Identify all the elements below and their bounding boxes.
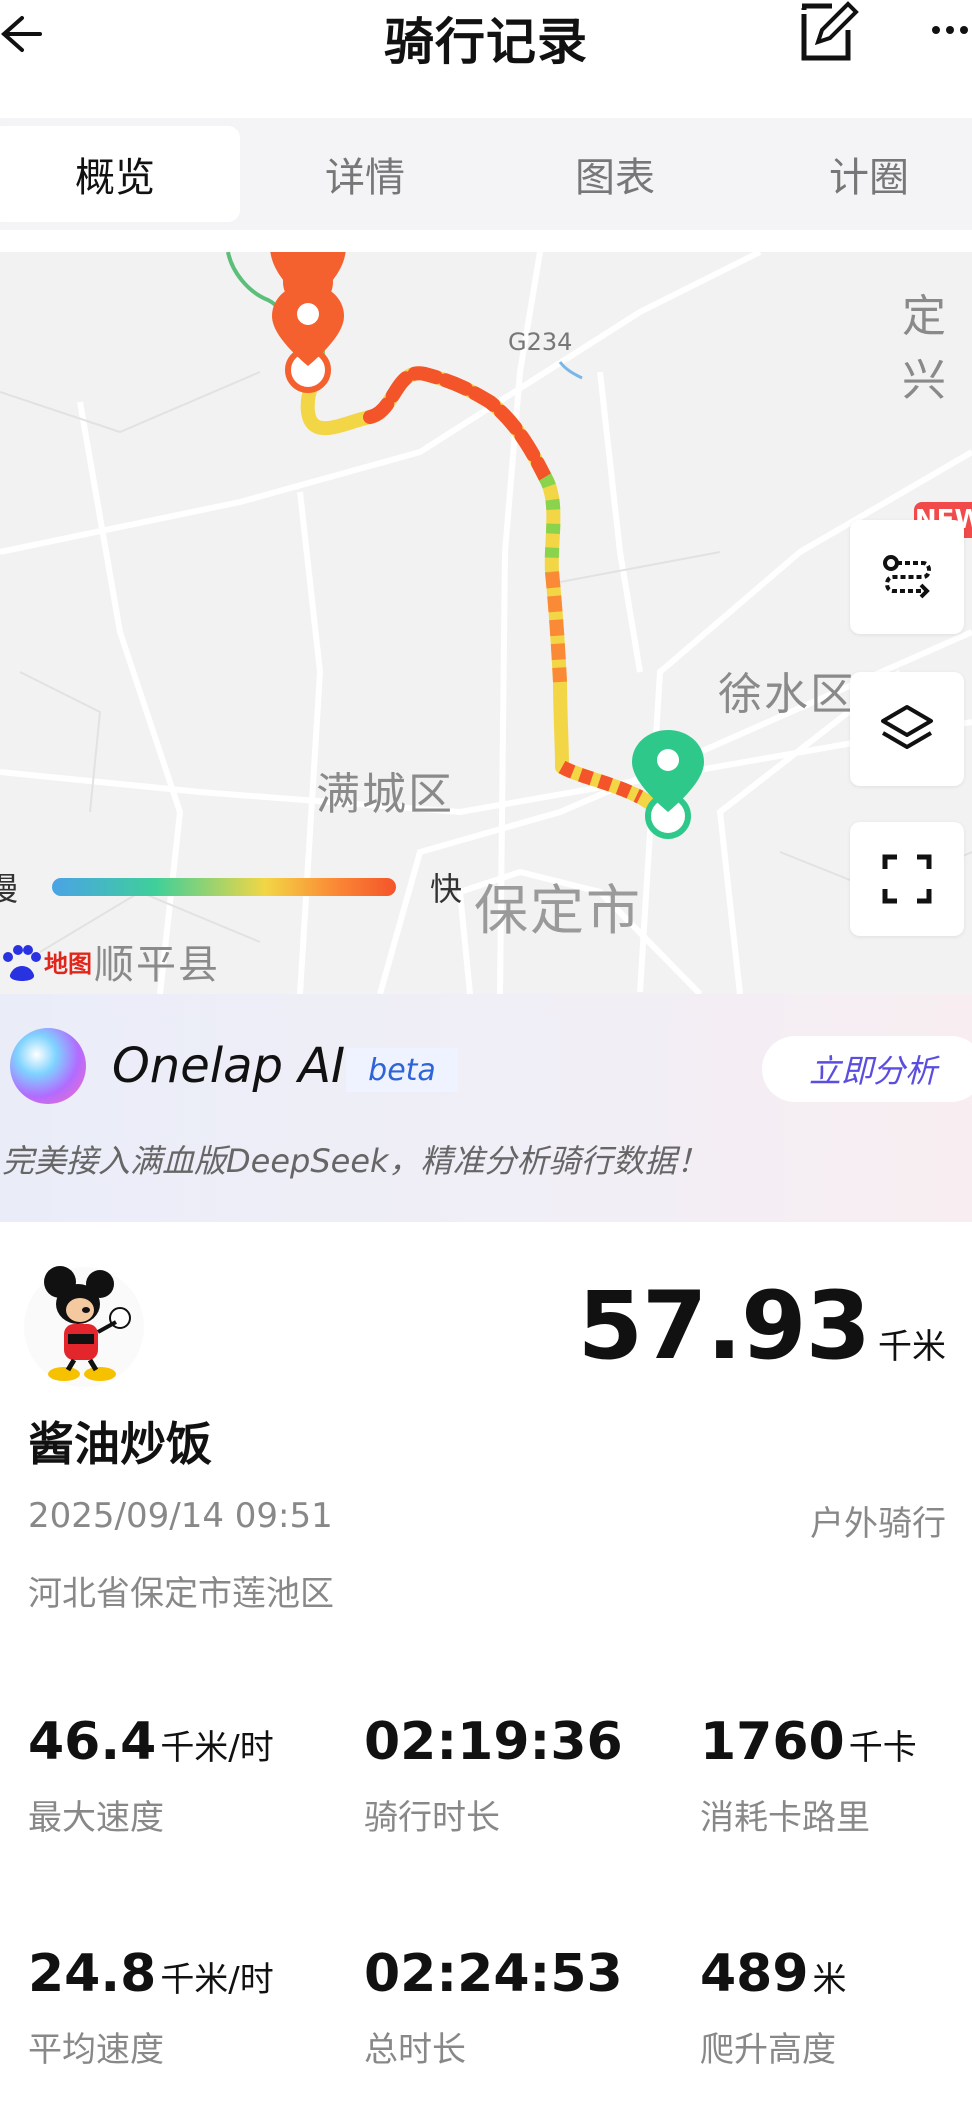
edit-icon[interactable]: [796, 0, 860, 64]
onelap-ai-logo-icon: [10, 1028, 86, 1104]
stat-elevation-gain: 489 米 爬升高度: [700, 1944, 972, 2071]
distance-value: 57.93: [577, 1272, 871, 1381]
ride-location: 河北省保定市莲池区: [28, 1574, 334, 1614]
map-label-dingxing: 定兴: [902, 291, 948, 406]
stat-value: 02:19:36: [364, 1712, 623, 1772]
more-icon[interactable]: [930, 20, 972, 40]
tab-details[interactable]: 详情: [240, 126, 490, 222]
app-header: 骑行记录: [0, 0, 972, 115]
stat-total-time: 02:24:53 总时长: [364, 1944, 684, 2071]
stat-unit: 千米/时: [160, 1960, 274, 2000]
ai-description: 完美接入满血版DeepSeek，精准分析骑行数据！: [2, 1142, 709, 1180]
map-label-road: G234: [508, 328, 573, 356]
stat-unit: 千卡: [848, 1728, 917, 1768]
ai-name: Onelap AI: [112, 1038, 346, 1094]
stat-ride-time: 02:19:36 骑行时长: [364, 1712, 684, 1839]
stat-value: 489: [700, 1944, 809, 2004]
ai-banner[interactable]: Onelap AI beta 立即分析 完美接入满血版DeepSeek，精准分析…: [0, 994, 972, 1222]
route-button[interactable]: [850, 520, 964, 634]
baidu-paw-icon: [3, 945, 41, 981]
route-icon: [883, 555, 931, 599]
stat-label: 骑行时长: [364, 1798, 500, 1838]
tab-charts[interactable]: 图表: [490, 126, 740, 222]
legend-slow-label: 慢: [0, 870, 19, 908]
fullscreen-button[interactable]: [850, 822, 964, 936]
stat-value: 24.8: [28, 1944, 157, 2004]
layers-icon: [881, 705, 933, 749]
avatar[interactable]: [24, 1262, 144, 1392]
map-provider-logo: 地图: [0, 944, 92, 985]
total-distance: 57.93 千米: [578, 1272, 946, 1381]
stat-label: 最大速度: [28, 1798, 164, 1838]
ride-type: 户外骑行: [810, 1504, 946, 1544]
stat-avg-speed: 24.8 千米/时 平均速度: [28, 1944, 348, 2071]
stat-label: 消耗卡路里: [700, 1798, 870, 1838]
username: 酱油炒饭: [28, 1417, 212, 1471]
stat-unit: 米: [812, 1960, 847, 2000]
distance-unit: 千米: [878, 1327, 946, 1367]
stat-label: 平均速度: [28, 2030, 164, 2070]
stat-label: 总时长: [364, 2030, 466, 2070]
map-label-shunping: 顺平县: [94, 942, 220, 988]
stat-max-speed: 46.4 千米/时 最大速度: [28, 1712, 348, 1839]
stat-label: 爬升高度: [700, 2030, 836, 2070]
end-pin-icon[interactable]: [268, 282, 348, 402]
analyze-now-button[interactable]: 立即分析: [762, 1036, 972, 1102]
start-pin-icon[interactable]: [628, 728, 708, 848]
stat-value: 1760: [700, 1712, 845, 1772]
stat-value: 02:24:53: [364, 1944, 623, 2004]
stat-value: 46.4: [28, 1712, 157, 1772]
layers-button[interactable]: [850, 672, 964, 786]
route-map[interactable]: G234 定兴 徐水区 满城区 保定市 顺平县 慢 快 地图 NEW: [0, 252, 972, 994]
ai-beta-badge: beta: [346, 1048, 458, 1092]
tab-bar: 概览 详情 图表 计圈: [0, 118, 972, 230]
map-label-xushui: 徐水区: [718, 669, 856, 720]
map-label-mancheng: 满城区: [316, 769, 454, 820]
stat-calories: 1760 千卡 消耗卡路里: [700, 1712, 972, 1839]
speed-legend-bar: [52, 878, 396, 896]
map-label-baoding: 保定市: [474, 879, 642, 942]
fullscreen-icon: [882, 854, 932, 904]
ride-datetime: 2025/09/14 09:51: [28, 1496, 333, 1536]
tab-laps[interactable]: 计圈: [744, 126, 972, 222]
legend-fast-label: 快: [430, 870, 463, 908]
stat-unit: 千米/时: [160, 1728, 274, 1768]
tab-overview[interactable]: 概览: [0, 126, 240, 222]
map-provider-text: 地图: [44, 950, 92, 978]
